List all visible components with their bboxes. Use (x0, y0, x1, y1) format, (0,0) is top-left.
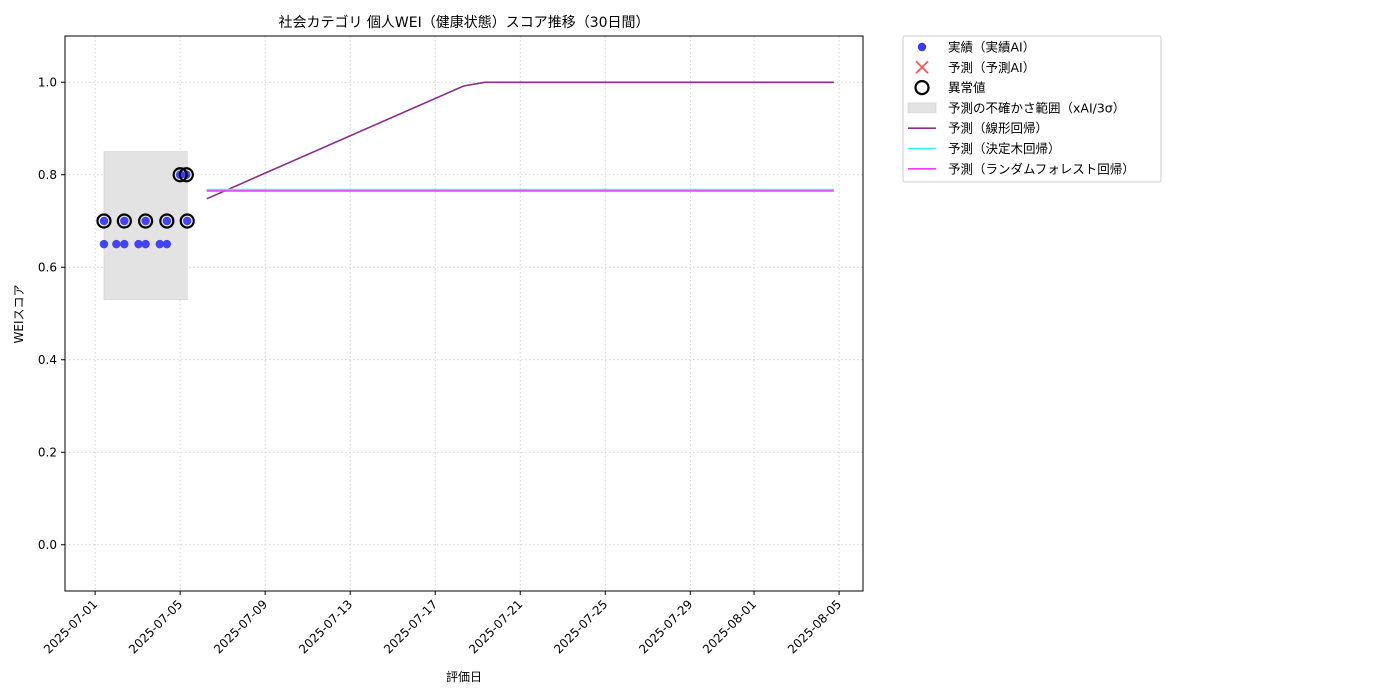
actual-point (141, 239, 150, 249)
legend-label: 予測の不確かさ範囲（xAI/3σ） (948, 100, 1125, 115)
chart-title: 社会カテゴリ 個人WEI（健康状態）スコア推移（30日間） (278, 14, 649, 31)
legend-label: 予測（予測AI） (948, 60, 1035, 75)
legend-label: 実績（実績AI） (948, 40, 1035, 55)
legend-swatch-actual (917, 42, 927, 52)
actual-point (120, 216, 129, 226)
y-axis-title: WEIスコア (12, 285, 26, 344)
actual-point (141, 216, 150, 226)
legend-label: 異常値 (948, 80, 986, 95)
actual-point (162, 239, 172, 249)
legend-label: 予測（線形回帰） (948, 121, 1048, 136)
actual-point (112, 239, 121, 249)
y-tick-label: 0.0 (38, 538, 57, 552)
y-tick-label: 1.0 (38, 75, 57, 89)
plot-area (65, 36, 863, 591)
x-axis-title: 評価日 (446, 669, 482, 684)
legend-label: 予測（決定木回帰） (948, 141, 1061, 156)
y-tick-label: 0.6 (38, 260, 57, 274)
actual-point (162, 216, 172, 226)
y-tick-label: 0.4 (38, 353, 57, 367)
y-tick-label: 0.8 (38, 168, 57, 182)
legend: 実績（実績AI） 予測（予測AI） 異常値予測の不確かさ範囲（xAI/3σ） 予測（線… (902, 35, 1162, 183)
actual-point (120, 239, 129, 249)
legend-label: 予測（ランダムフォレスト回帰） (948, 161, 1135, 176)
legend-swatch-band (907, 102, 937, 114)
y-tick-label: 0.2 (38, 445, 57, 459)
actual-point (99, 239, 109, 249)
actual-point (99, 216, 109, 226)
chart: 社会カテゴリ 個人WEI（健康状態）スコア推移（30日間） 2025-07-01… (0, 0, 1400, 700)
actual-point (183, 216, 192, 226)
